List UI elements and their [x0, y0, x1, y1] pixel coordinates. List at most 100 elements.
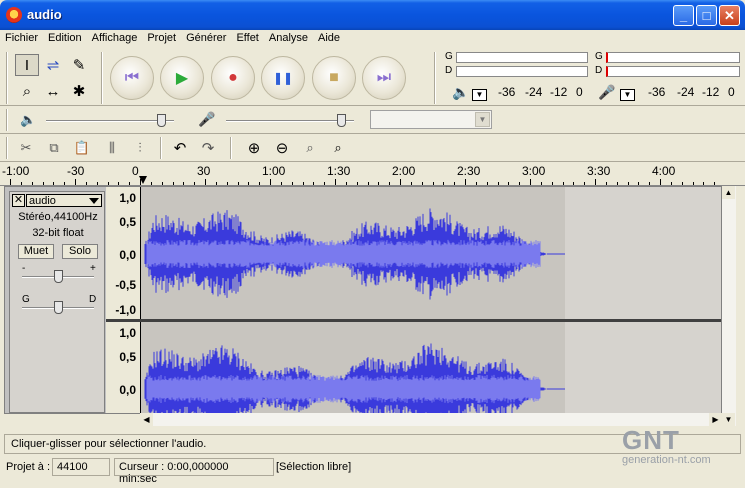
speaker-icon: 🔈 [452, 84, 470, 100]
ruler-tick [31, 182, 33, 185]
cut-icon[interactable]: ✂ [14, 137, 38, 159]
ruler-tick [42, 182, 44, 185]
menu-affichage[interactable]: Affichage [87, 30, 143, 46]
waveform-left-channel[interactable] [141, 187, 565, 319]
menu-projet[interactable]: Projet [142, 30, 181, 46]
track-name-menu[interactable]: audio [26, 194, 102, 207]
play-head-marker[interactable] [139, 176, 147, 184]
redo-icon[interactable]: ↷ [196, 137, 220, 159]
toolbar-grip[interactable] [6, 52, 8, 104]
ruler-tick [605, 182, 607, 185]
toolbar-grip[interactable] [6, 109, 8, 131]
ruler-tick [530, 179, 531, 185]
ruler-label: 1:00 [262, 164, 286, 178]
ruler-tick [75, 179, 76, 185]
audacity-app-icon[interactable] [6, 7, 22, 23]
output-volume-slider[interactable] [46, 120, 174, 122]
maximize-button[interactable]: □ [696, 5, 717, 26]
menu-fichier[interactable]: Fichier [0, 30, 43, 46]
ruler-tick [205, 179, 206, 185]
output-meter-menu-button[interactable]: ▼ [472, 89, 487, 101]
close-button[interactable]: ✕ [719, 5, 740, 26]
skip-to-end-button[interactable]: ⏭ [362, 56, 406, 100]
chevron-down-icon[interactable]: ▼ [475, 112, 490, 127]
menu-effet[interactable]: Effet [231, 30, 263, 46]
track-sample-format: 32-bit float [32, 227, 84, 239]
ruler-tick [627, 182, 629, 185]
menu-generer[interactable]: Générer [181, 30, 231, 46]
output-meter-left-bar [456, 52, 588, 63]
waveform-rms [146, 374, 541, 404]
solo-button[interactable]: Solo [62, 244, 98, 259]
selection-tool-icon[interactable]: I [15, 54, 39, 76]
ruler-tick [324, 182, 326, 185]
copy-icon[interactable]: ⧉ [42, 137, 66, 159]
pause-button[interactable]: ❚❚ [261, 56, 305, 100]
timeshift-tool-icon[interactable]: ↔ [41, 80, 65, 102]
ruler-tick [20, 182, 22, 185]
draw-tool-icon[interactable]: ✎ [67, 54, 91, 76]
output-meter[interactable]: G D 🔈 ▼ -36 -24 -12 0 [440, 51, 590, 104]
ruler-label: 3:00 [522, 164, 546, 178]
gain-plus-label: + [90, 263, 96, 274]
window-title: audio [27, 7, 62, 22]
ruler-tick [584, 182, 586, 185]
meter-scale-label: 0 [728, 85, 735, 99]
watermark-logo: GNT [622, 425, 680, 455]
track-close-button[interactable]: ✕ [12, 194, 25, 207]
fit-project-icon[interactable]: ⌕ [326, 137, 350, 159]
menu-edition[interactable]: Edition [43, 30, 87, 46]
ruler-tick [53, 182, 55, 185]
input-meter[interactable]: G D 🎤 ▼ -36 -24 -12 0 [592, 51, 742, 104]
toolbar-grip[interactable] [6, 137, 8, 159]
input-meter-menu-button[interactable]: ▼ [620, 89, 635, 101]
play-button[interactable]: ▶ [160, 56, 204, 100]
ruler-tick [10, 179, 11, 185]
ruler-tick [302, 182, 304, 185]
toolbar-separator [230, 137, 232, 159]
minimize-button[interactable]: _ [673, 5, 694, 26]
scroll-up-icon[interactable]: ▲ [722, 186, 735, 199]
input-source-select[interactable]: ▼ [370, 110, 492, 129]
project-rate-field[interactable]: 44100 [52, 458, 110, 476]
input-volume-slider[interactable] [226, 120, 354, 122]
scroll-left-icon[interactable]: ◀ [140, 413, 153, 426]
zoom-tool-icon[interactable]: ⌕ [15, 80, 39, 102]
ruler-tick [540, 182, 542, 185]
paste-icon[interactable]: 📋 [70, 137, 94, 159]
ruler-tick [259, 182, 261, 185]
menu-aide[interactable]: Aide [313, 30, 345, 46]
ruler-tick [454, 182, 456, 185]
envelope-tool-icon[interactable]: ⇌ [41, 54, 65, 76]
meter-scale-label: -24 [525, 85, 543, 99]
pan-slider-thumb[interactable] [54, 301, 63, 314]
multi-tool-icon[interactable]: ✱ [67, 80, 91, 102]
waveform-right-channel[interactable] [141, 322, 565, 414]
skip-to-start-button[interactable]: ⏮ [110, 56, 154, 100]
scroll-right-icon[interactable]: ▶ [709, 413, 722, 426]
silence-icon[interactable]: ⫶ [128, 137, 152, 159]
scroll-down-icon[interactable]: ▼ [722, 413, 735, 426]
ruler-tick [681, 182, 683, 185]
amplitude-label: -1,0 [115, 303, 136, 317]
undo-icon[interactable]: ↶ [168, 137, 192, 159]
trim-icon[interactable]: ⫼ [100, 137, 124, 159]
mute-button[interactable]: Muet [18, 244, 54, 259]
input-meter-left-bar [606, 52, 740, 63]
stop-button[interactable]: ■ [312, 56, 356, 100]
timeline-ruler[interactable]: -1:00 -30 0 30 1:00 1:30 2:00 2:30 3:00 3:30 4:00 [0, 163, 745, 186]
output-volume-thumb[interactable] [157, 114, 167, 127]
ruler-tick [237, 182, 239, 185]
fit-selection-icon[interactable]: ⌕ [298, 137, 322, 159]
record-button[interactable]: ● [211, 56, 255, 100]
menu-analyse[interactable]: Analyse [264, 30, 313, 46]
zoom-in-icon[interactable]: ⊕ [242, 137, 266, 159]
ruler-tick [443, 182, 445, 185]
input-volume-thumb[interactable] [337, 114, 347, 127]
zoom-out-icon[interactable]: ⊖ [270, 137, 294, 159]
gain-slider-thumb[interactable] [54, 270, 63, 283]
vertical-scrollbar[interactable]: ▲ ▼ [722, 186, 736, 426]
chevron-down-icon [89, 198, 99, 204]
track-name: audio [29, 195, 56, 207]
amplitude-label: 1,0 [119, 326, 136, 340]
